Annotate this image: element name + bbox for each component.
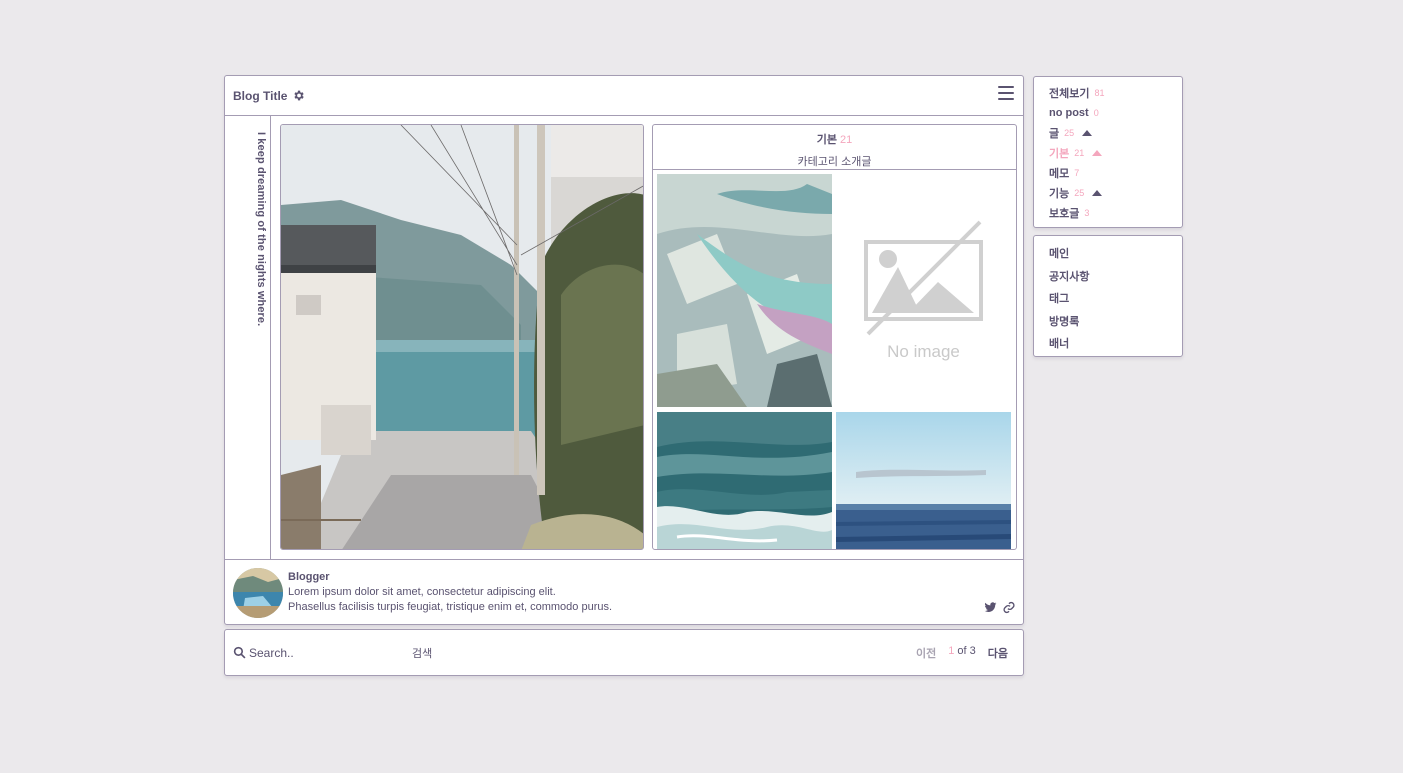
category-item-writing[interactable]: 글 25 [1049,123,1182,143]
no-image-label: No image [887,342,960,361]
category-preview: 기본 21 카테고리 소개글 No image [652,124,1017,550]
prev-page-button[interactable]: 이전 [916,645,936,661]
post-thumbnail-fish[interactable] [657,174,832,407]
twitter-icon[interactable] [984,601,997,614]
nav-item-banner[interactable]: 배너 [1049,332,1182,355]
category-list: 전체보기 81 no post 0 글 25 기본 21 메모 7 기능 25 보호글 3 [1033,76,1183,228]
category-preview-header[interactable]: 기본 21 카테고리 소개글 [653,125,1016,170]
header: Blog Title [225,76,1023,116]
category-preview-name: 기본 [816,134,837,146]
category-item-memo[interactable]: 메모 7 [1049,163,1182,183]
main-card: Blog Title I keep dreaming of the nights… [224,75,1024,625]
category-item-basic[interactable]: 기본 21 [1049,143,1182,163]
nav-item-main[interactable]: 메인 [1049,242,1182,265]
category-item-features[interactable]: 기능 25 [1049,183,1182,203]
search-button[interactable]: 검색 [412,645,432,661]
menu-icon[interactable] [998,86,1014,100]
gear-icon[interactable] [292,89,305,102]
category-preview-count: 21 [840,134,853,146]
bio-line-1: Lorem ipsum dolor sit amet, consectetur … [288,586,556,598]
triangle-up-icon[interactable] [1082,130,1093,136]
triangle-up-icon[interactable] [1092,150,1103,156]
triangle-up-icon[interactable] [1092,190,1103,196]
post-thumbnail-waves[interactable] [657,412,832,549]
category-preview-description: 카테고리 소개글 [797,156,872,168]
nav-item-tags[interactable]: 태그 [1049,287,1182,310]
no-image-placeholder[interactable]: No image [836,174,1011,407]
nav-item-guestbook[interactable]: 방명록 [1049,310,1182,333]
blogger-name: Blogger [288,571,330,583]
nav-menu: 메인 공지사항 태그 방명록 배너 [1033,235,1183,357]
avatar[interactable] [233,568,283,618]
profile-section: Blogger Lorem ipsum dolor sit amet, cons… [225,559,1023,625]
category-item-no-post[interactable]: no post 0 [1049,103,1182,123]
search-input[interactable] [249,643,399,663]
total-pages: of 3 [957,645,976,657]
blog-title[interactable]: Blog Title [233,89,287,103]
search-icon [233,646,246,659]
link-icon[interactable] [1002,601,1015,614]
social-links [984,601,1015,614]
next-page-button[interactable]: 다음 [988,645,1008,661]
vertical-tagline: I keep dreaming of the nights where. [255,132,267,327]
pagination: 이전 1 of 3 다음 [916,645,1008,661]
search-bar: 검색 이전 1 of 3 다음 [224,629,1024,676]
category-item-all[interactable]: 전체보기 81 [1049,83,1182,103]
category-item-protected[interactable]: 보호글 3 [1049,203,1182,223]
nav-item-notice[interactable]: 공지사항 [1049,265,1182,288]
featured-post-image[interactable] [280,124,644,550]
bio-line-2: Phasellus facilisis turpis feugiat, tris… [288,601,613,613]
vertical-tagline-column: I keep dreaming of the nights where. [225,116,271,559]
post-thumbnail-horizon[interactable] [836,412,1011,549]
